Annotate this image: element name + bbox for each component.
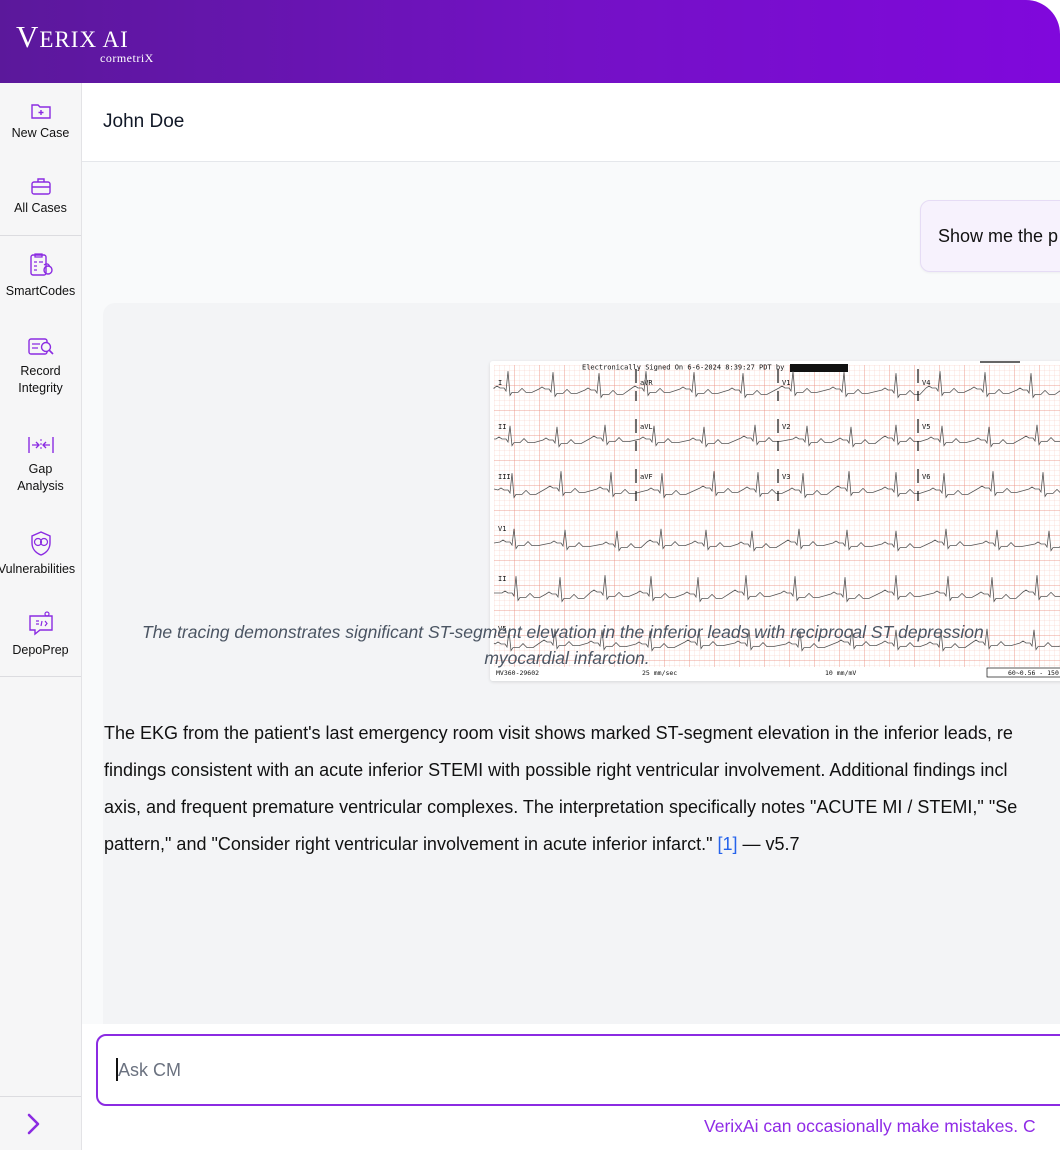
user-message-text: Show me the p [938,226,1059,246]
ekg-lead-label: V3 [782,473,790,481]
citation-link[interactable]: [1] [717,834,737,854]
sidebar-item-depoprep[interactable]: DepoPrep [0,610,81,659]
sidebar-item-label: Vulnerabilities [0,562,76,576]
chevron-right-icon[interactable] [24,1112,44,1136]
briefcase-icon [30,178,51,195]
document-search-icon [27,338,54,355]
brand-logo[interactable]: VERIX AI cormetriX [16,20,153,66]
ekg-lead-label: V1 [782,379,790,387]
redaction-bar [790,364,848,372]
sidebar-item-all-cases[interactable]: All Cases [0,176,81,217]
sidebar-divider [0,235,81,236]
ekg-lead-label: V6 [922,473,930,481]
ekg-rhythm-label: V1 [498,525,506,533]
answer-line: The EKG from the patient's last emergenc… [104,723,1013,743]
main-panel: John Doe Show me the p Electronically Si… [82,83,1060,1150]
gap-arrows-icon [27,437,54,453]
sidebar-item-label: DepoPrep [12,643,69,657]
disclaimer-text: VerixAi can occasionally make mistakes. … [704,1116,1036,1136]
case-header: John Doe [82,83,1060,162]
chat-code-icon [28,611,53,636]
ekg-lead-label: aVL [640,423,653,431]
ekg-lead-label: aVF [640,473,653,481]
ekg-lead-label: III [498,473,511,481]
chat-thread[interactable]: Show me the p Electronically Signed On 6… [82,162,1060,1024]
ekg-rhythm-label: II [498,575,506,583]
sidebar-item-label: Gap Analysis [17,462,64,493]
sidebar: New Case All Cases SmartCodes Record Int… [0,83,82,1150]
sidebar-item-label: All Cases [14,201,67,215]
app-window: VERIX AI cormetriX New Case All Cases Sm… [0,0,1060,1150]
text-caret [116,1058,118,1081]
sidebar-item-smartcodes[interactable]: SmartCodes [0,251,81,300]
sidebar-item-label: Record Integrity [18,364,63,395]
version-label: — v5.7 [737,834,800,854]
ekg-lead-label: II [498,423,506,431]
shield-brain-icon [30,531,51,556]
ekg-lead-label: V4 [922,379,930,387]
sidebar-item-gap-analysis[interactable]: Gap Analysis [0,433,81,495]
answer-line: findings consistent with an acute inferi… [104,760,1008,780]
sidebar-item-label: New Case [11,126,70,140]
sidebar-item-vulnerabilities[interactable]: Vulnerabilities [0,529,81,578]
answer-line: axis, and frequent premature ventricular… [104,797,1018,817]
top-header: VERIX AI cormetriX [0,0,1060,83]
sidebar-item-label: SmartCodes [5,284,76,298]
ekg-lead-label: V2 [782,423,790,431]
chat-input-container[interactable] [96,1034,1060,1106]
case-title: John Doe [103,111,185,132]
sidebar-item-record-integrity[interactable]: Record Integrity [0,335,81,397]
folder-plus-icon [30,104,51,119]
sidebar-divider [0,676,81,677]
ekg-lead-label: aVR [640,379,653,387]
brand-sub: cormetriX [100,51,154,65]
sidebar-divider [0,1096,81,1097]
ekg-caption: The tracing demonstrates significant ST-… [142,622,984,668]
ekg-header: Electronically Signed On 6-6-2024 8:39:2… [582,364,784,372]
user-message-bubble: Show me the p [920,200,1060,272]
answer-line-last: pattern," and "Consider right ventricula… [104,834,800,854]
ekg-lead-label: V5 [922,423,930,431]
clipboard-medical-icon [29,253,53,276]
ekg-lead-label: I [498,379,502,387]
sidebar-item-new-case[interactable]: New Case [0,101,81,142]
chat-input[interactable] [116,1054,1020,1086]
